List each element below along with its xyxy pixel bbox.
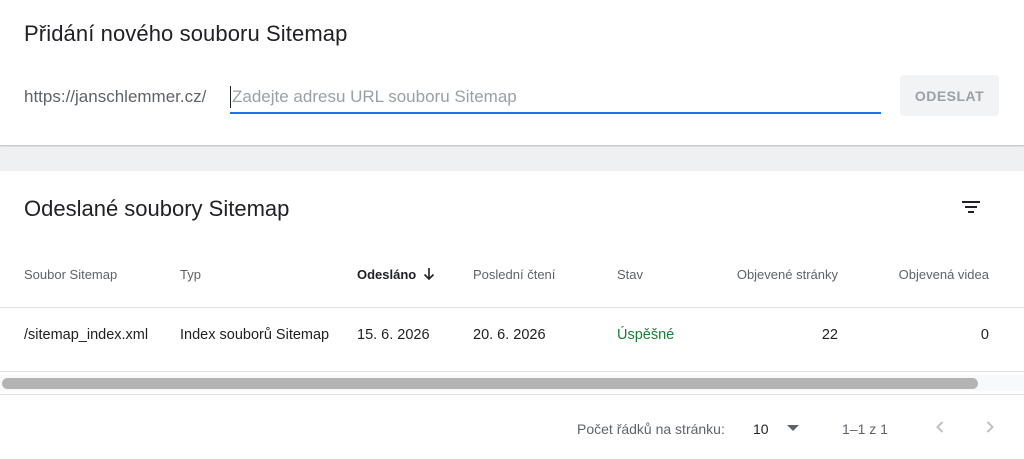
submitted-sitemaps-title: Odeslané soubory Sitemap [24,196,290,221]
column-header-status[interactable]: Stav [617,267,643,282]
rows-per-page-select[interactable]: 10 [753,417,803,441]
submit-button[interactable]: ODESLAT [900,75,999,116]
cell-status: Úspěšné [617,327,675,343]
table-divider [0,307,1024,308]
add-sitemap-title: Přidání nového souboru Sitemap [24,21,348,46]
submitted-sitemaps-card: Odeslané soubory Sitemap Soubor Sitemap … [0,171,1024,459]
horizontal-scrollbar[interactable] [0,375,1024,391]
arrow-down-icon [422,267,436,284]
column-header-submitted-label: Odesláno [357,267,417,282]
cell-last-read: 20. 6. 2026 [473,327,546,343]
url-prefix: https://janschlemmer.cz/ [24,87,207,106]
add-sitemap-card: Přidání nového souboru Sitemap https://j… [0,0,1024,146]
chevron-left-icon[interactable] [928,415,952,439]
cell-submitted: 15. 6. 2026 [357,327,430,343]
rows-per-page-value: 10 [753,421,769,437]
section-separator [0,147,1024,171]
column-header-sitemap-file[interactable]: Soubor Sitemap [24,267,117,282]
dropdown-caret-icon [787,425,799,431]
cell-sitemap-file: /sitemap_index.xml [24,327,149,343]
cell-discovered-pages: 22 [821,327,838,343]
cell-discovered-videos: 0 [980,327,989,343]
sitemap-url-input[interactable] [230,82,881,112]
cell-type: Index souborů Sitemap [180,327,330,343]
column-header-discovered-pages[interactable]: Objevené stránky [737,267,838,282]
rows-per-page-label: Počet řádků na stránku: [577,421,725,437]
column-header-last-read[interactable]: Poslední čtení [473,267,555,282]
table-divider [0,371,1024,372]
pagination-range: 1–1 z 1 [842,421,888,437]
column-header-submitted[interactable]: Odesláno [357,267,436,284]
column-header-discovered-videos[interactable]: Objevená videa [899,267,989,282]
column-header-type[interactable]: Typ [180,267,201,282]
chevron-right-icon[interactable] [978,415,1002,439]
filter-list-icon[interactable] [959,195,983,219]
sitemap-url-field[interactable] [230,82,881,114]
footer-divider [0,394,1024,395]
scrollbar-thumb[interactable] [2,378,978,389]
